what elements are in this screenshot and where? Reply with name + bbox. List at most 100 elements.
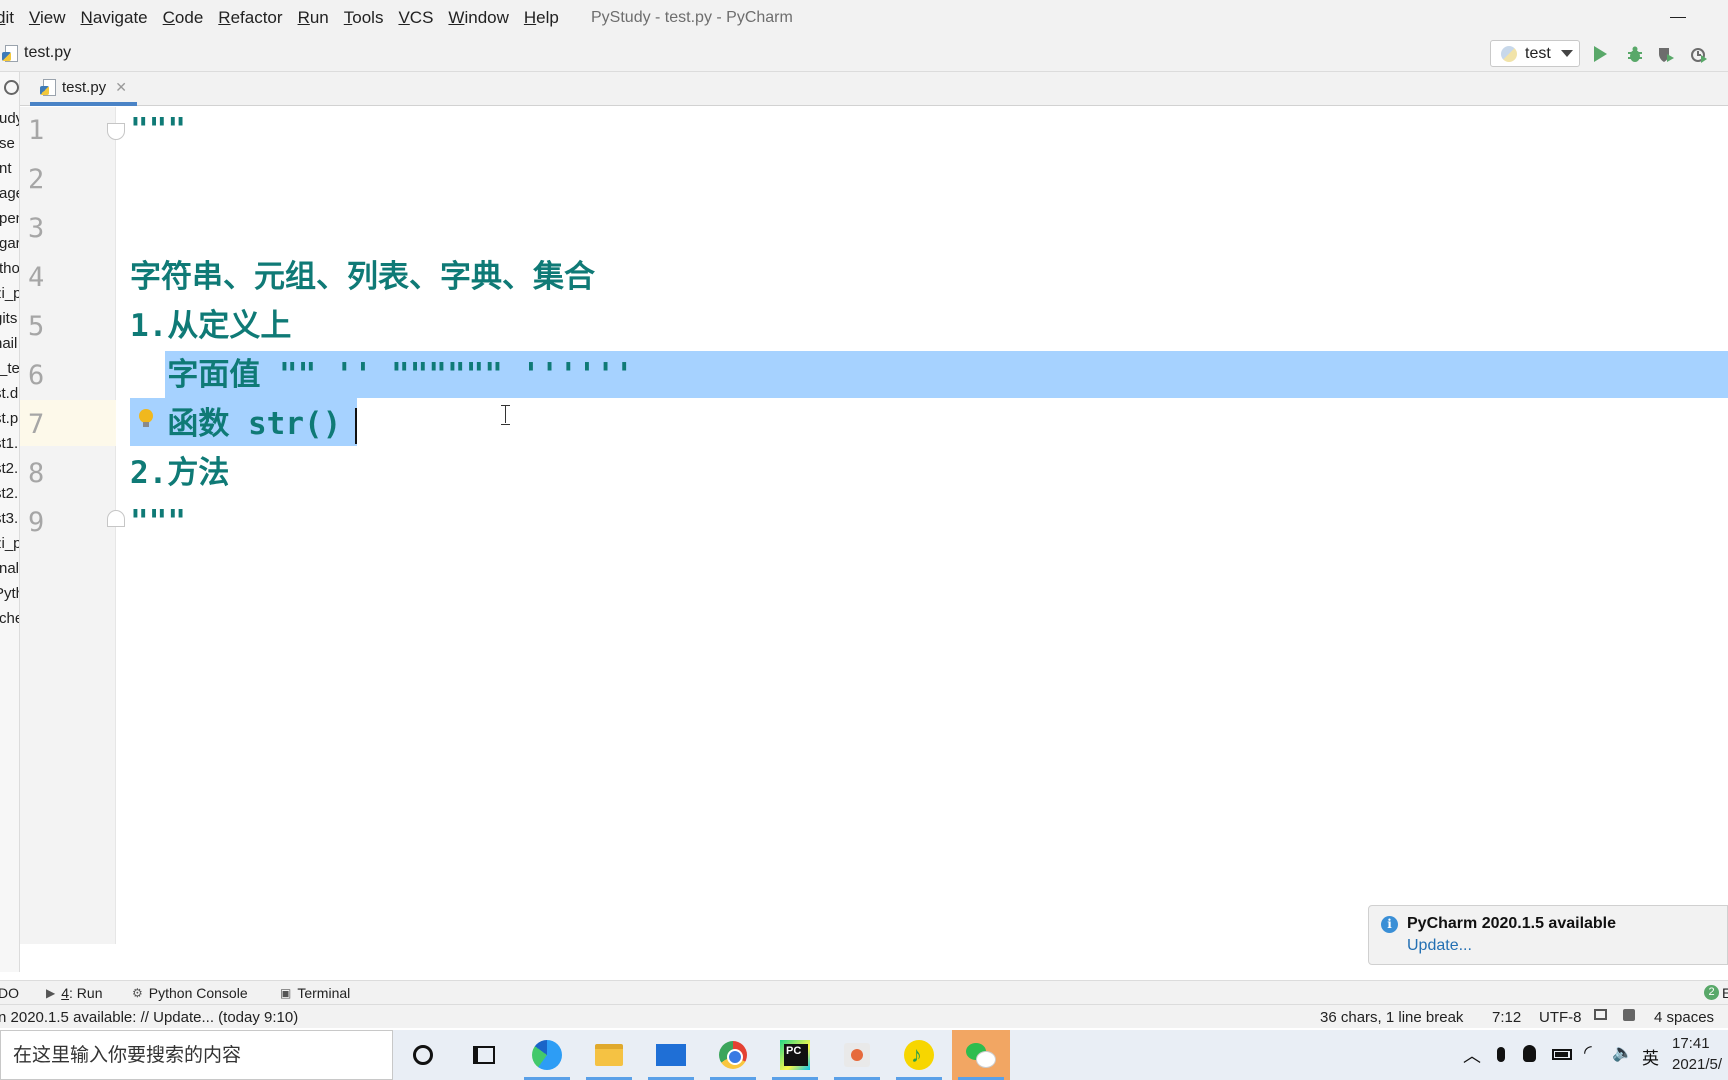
coverage-icon[interactable] bbox=[1657, 46, 1675, 64]
run-configuration-select[interactable]: test bbox=[1490, 40, 1580, 67]
code-editor[interactable] bbox=[116, 107, 1728, 944]
pycharm-icon[interactable] bbox=[766, 1030, 824, 1080]
file-explorer-icon[interactable] bbox=[580, 1030, 638, 1080]
lock-icon[interactable] bbox=[1594, 1009, 1607, 1020]
line-number: 9 bbox=[28, 507, 45, 538]
tool-window-run[interactable]: ▶ 4 : Run bbox=[46, 985, 103, 1001]
project-tree-item[interactable]: tho bbox=[0, 260, 19, 277]
menu-edit[interactable]: dit bbox=[0, 8, 14, 28]
selection-info: 36 chars, 1 line break bbox=[1320, 1009, 1464, 1026]
line-number: 4 bbox=[28, 262, 45, 293]
python-console-icon: ⚙ bbox=[132, 986, 143, 1000]
debug-icon[interactable] bbox=[1626, 46, 1644, 64]
music-app-icon[interactable] bbox=[890, 1030, 948, 1080]
file-encoding[interactable]: UTF-8 bbox=[1539, 1009, 1582, 1026]
lightbulb-icon[interactable] bbox=[139, 409, 153, 429]
chrome-icon[interactable] bbox=[704, 1030, 762, 1080]
minimize-button[interactable] bbox=[1670, 17, 1686, 18]
line-number: 5 bbox=[28, 311, 45, 342]
close-icon[interactable]: ✕ bbox=[115, 79, 127, 96]
menu-refactor[interactable]: Refactor bbox=[218, 8, 282, 28]
window-title: PyStudy - test.py - PyCharm bbox=[591, 9, 793, 26]
clock[interactable]: 17:41 2021/5/ bbox=[1672, 1033, 1722, 1075]
menu-window[interactable]: Window bbox=[448, 8, 508, 28]
tab-label: test.py bbox=[62, 78, 107, 96]
project-tree-item[interactable]: gits bbox=[0, 310, 17, 327]
project-tree-item[interactable]: st.p bbox=[0, 410, 18, 427]
tab-test-py[interactable]: test.py ✕ bbox=[30, 72, 137, 106]
python-file-icon bbox=[2, 44, 18, 62]
run-shortcut-number: 4 bbox=[61, 985, 70, 1001]
status-message[interactable]: n 2020.1.5 available: // Update... (toda… bbox=[0, 1009, 298, 1026]
code-line: 2.方法 bbox=[130, 455, 230, 491]
profile-icon[interactable] bbox=[1690, 46, 1708, 64]
tool-window-terminal[interactable]: ▣ Terminal bbox=[280, 985, 350, 1001]
menu-bar: dit View Navigate Code Refactor Run Tool… bbox=[0, 0, 1728, 36]
cortana-icon[interactable] bbox=[394, 1030, 452, 1080]
tool-window-python-console[interactable]: ⚙ Python Console bbox=[132, 985, 248, 1001]
line-number: 1 bbox=[28, 115, 45, 146]
todo-label: DO bbox=[0, 985, 19, 1001]
mouse-cursor-icon bbox=[501, 405, 510, 425]
taskbar-search-input[interactable]: 在这里输入你要搜索的内容 bbox=[0, 1030, 393, 1080]
volume-icon[interactable]: 🔈 bbox=[1612, 1043, 1633, 1063]
clock-date: 2021/5/ bbox=[1672, 1056, 1723, 1073]
project-tree-item[interactable]: st1. bbox=[0, 435, 18, 452]
windows-taskbar: 在这里输入你要搜索的内容 ︿ ◜ 🔈 英 17:41 2021/5/ bbox=[0, 1030, 1728, 1080]
battery-icon[interactable] bbox=[1552, 1049, 1572, 1060]
event-log-label[interactable]: E bbox=[1722, 985, 1728, 1001]
wifi-icon[interactable]: ◜ bbox=[1584, 1040, 1592, 1065]
menu-help[interactable]: Help bbox=[524, 8, 559, 28]
project-tree-item[interactable]: nail bbox=[0, 335, 17, 352]
gear-icon[interactable] bbox=[4, 80, 19, 95]
project-tree-item[interactable]: Pyth bbox=[0, 585, 19, 602]
wechat-taskbar-button[interactable] bbox=[952, 1030, 1010, 1080]
project-tree-item[interactable]: zi_p bbox=[0, 285, 19, 302]
project-tree-item[interactable]: st3. bbox=[0, 510, 18, 527]
update-notification: i PyCharm 2020.1.5 available Update... bbox=[1368, 905, 1728, 965]
project-tree-item[interactable]: st.d bbox=[0, 385, 18, 402]
presentation-app-icon[interactable] bbox=[828, 1030, 886, 1080]
update-link[interactable]: Update... bbox=[1407, 937, 1472, 955]
menu-navigate[interactable]: Navigate bbox=[81, 8, 148, 28]
code-line: 函数 str() bbox=[130, 406, 342, 442]
project-tree-item[interactable]: st2. bbox=[0, 460, 18, 477]
mail-icon[interactable] bbox=[642, 1030, 700, 1080]
run-icon[interactable] bbox=[1594, 46, 1607, 62]
terminal-icon: ▣ bbox=[280, 986, 292, 1000]
tool-window-bar: DO ▶ 4 : Run ⚙ Python Console ▣ Terminal… bbox=[0, 980, 1728, 1004]
project-tree-item[interactable]: se bbox=[0, 135, 15, 152]
project-tree-item[interactable]: _te bbox=[0, 360, 19, 377]
inspector-icon[interactable] bbox=[1623, 1009, 1635, 1021]
qq-icon[interactable] bbox=[1523, 1045, 1536, 1062]
indent-setting[interactable]: 4 spaces bbox=[1654, 1009, 1714, 1026]
tool-window-todo[interactable]: DO bbox=[0, 985, 19, 1001]
menu-code[interactable]: Code bbox=[163, 8, 204, 28]
project-tree-item[interactable]: udy bbox=[0, 110, 19, 127]
project-tree-item[interactable]: st2. bbox=[0, 485, 18, 502]
project-tree-item[interactable]: nt bbox=[0, 160, 12, 177]
edge-browser-icon[interactable] bbox=[518, 1030, 576, 1080]
clock-time: 17:41 bbox=[1672, 1035, 1710, 1052]
status-bar: n 2020.1.5 available: // Update... (toda… bbox=[0, 1004, 1728, 1028]
project-tree-item[interactable]: age bbox=[0, 185, 19, 202]
project-tree-item[interactable]: pen bbox=[0, 210, 19, 227]
task-view-icon[interactable] bbox=[455, 1030, 513, 1080]
project-tree-item[interactable]: zi_p bbox=[0, 535, 19, 552]
caret-position[interactable]: 7:12 bbox=[1492, 1009, 1521, 1026]
breadcrumb[interactable]: test.py bbox=[2, 44, 71, 62]
menu-tools[interactable]: Tools bbox=[344, 8, 384, 28]
input-method-indicator[interactable]: 英 bbox=[1642, 1044, 1659, 1069]
tray-expand-chevron-icon[interactable]: ︿ bbox=[1463, 1042, 1481, 1068]
project-tree-item[interactable]: nal bbox=[0, 560, 19, 577]
menu-view[interactable]: View bbox=[29, 8, 66, 28]
event-log-badge[interactable]: 2 bbox=[1704, 985, 1719, 1000]
menu-vcs[interactable]: VCS bbox=[398, 8, 433, 28]
menu-run[interactable]: Run bbox=[298, 8, 329, 28]
fold-marker[interactable] bbox=[107, 510, 125, 527]
project-tree-item[interactable]: gar bbox=[0, 235, 19, 252]
breadcrumb-file[interactable]: test.py bbox=[24, 44, 71, 62]
microphone-icon[interactable] bbox=[1497, 1047, 1505, 1062]
project-tree-item[interactable]: che bbox=[0, 610, 19, 627]
editor-tab-bar: test.py ✕ bbox=[20, 72, 1728, 106]
